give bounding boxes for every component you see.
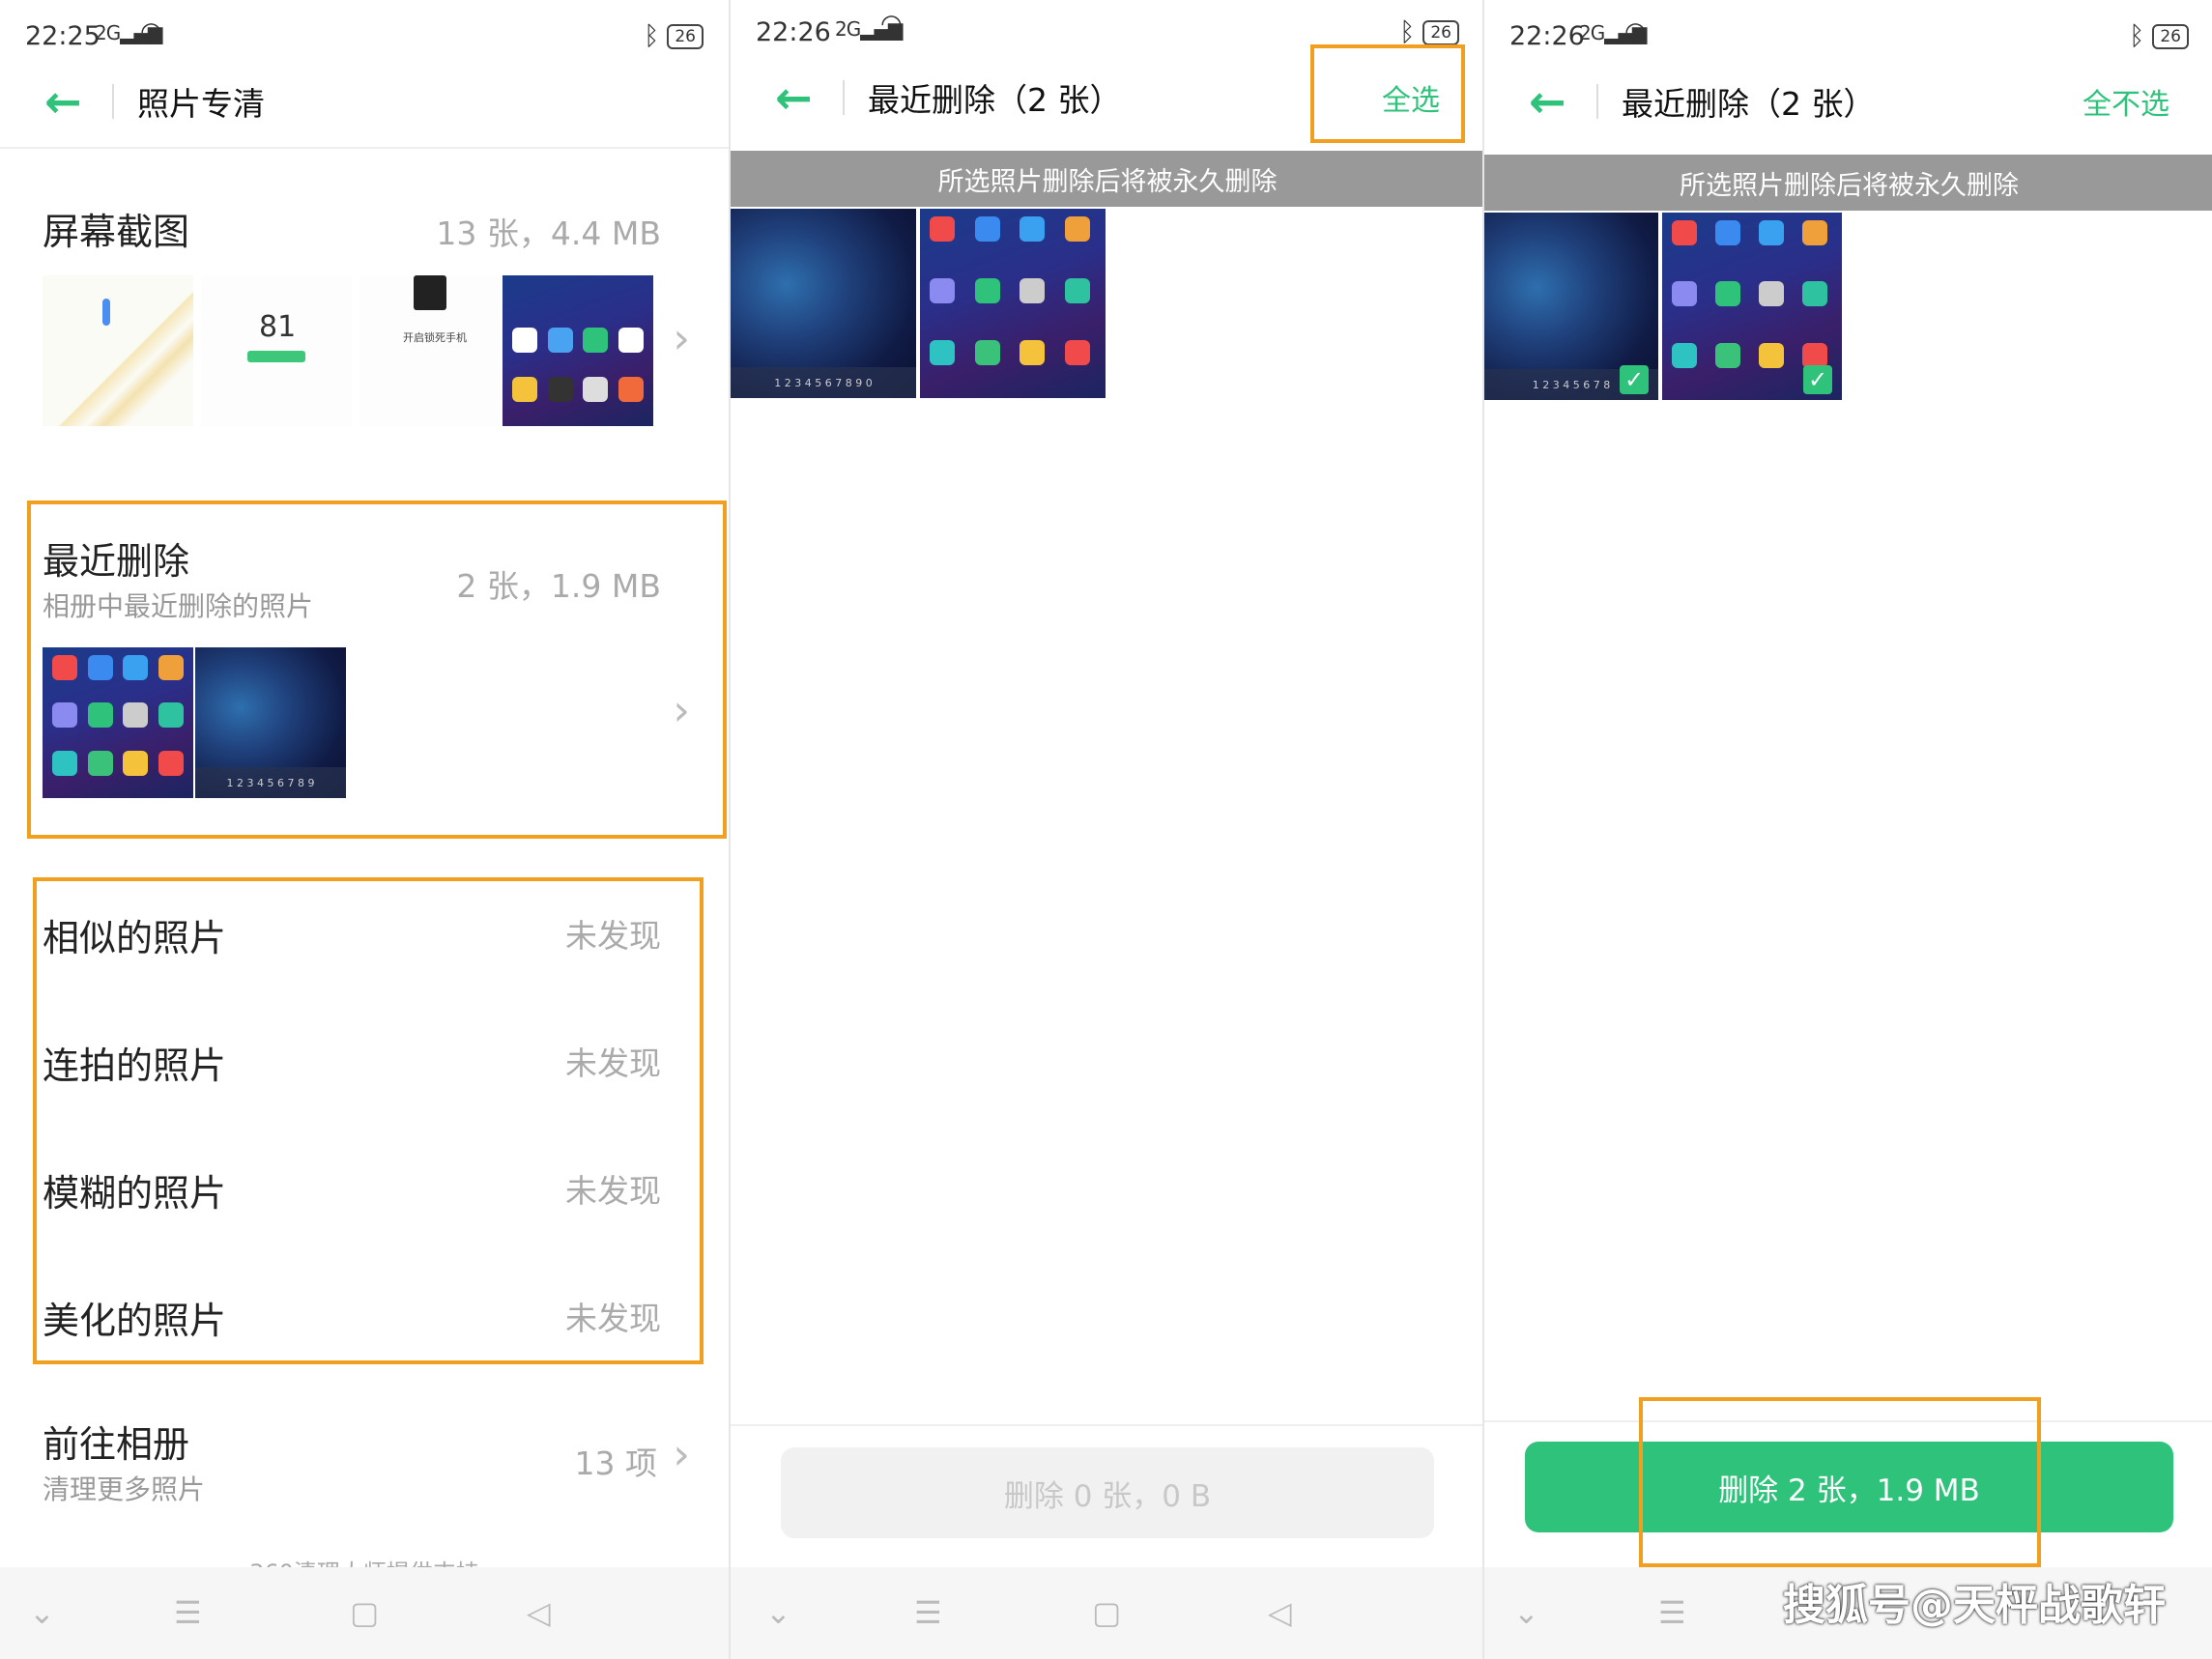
status-time: 22:26 xyxy=(1509,21,1585,51)
arrow-left-icon[interactable]: ← xyxy=(1529,75,1577,128)
signal-label: 2G xyxy=(1579,21,1605,44)
row-value: 13 张，4.4 MB xyxy=(436,215,661,252)
category-row[interactable]: 相似的照片 未发现 xyxy=(43,908,690,966)
status-bar: 22:25 2G▂▄▆ ◠ ᛒ 26 xyxy=(0,17,729,56)
row-subtitle: 清理更多照片 xyxy=(43,1473,206,1505)
category-row[interactable]: 模糊的照片 未发现 xyxy=(43,1163,690,1221)
menu-icon[interactable]: ☰ xyxy=(174,1594,202,1631)
title-divider xyxy=(1596,84,1598,119)
photo-thumbnail[interactable]: ✓ xyxy=(1662,213,1842,400)
thumbnail[interactable]: 1 2 3 4 5 6 7 8 9 xyxy=(195,647,346,798)
row-title: 美化的照片 xyxy=(43,1300,227,1342)
footer-credit: 360清理大师提供支持 xyxy=(0,1554,729,1567)
category-row[interactable]: 美化的照片 未发现 xyxy=(43,1291,690,1349)
photo-thumbnail[interactable] xyxy=(920,209,1106,398)
back-triangle-icon[interactable]: ◁ xyxy=(527,1594,551,1631)
title-bar: ← 最近删除（2 张） 全不选 xyxy=(1484,68,2212,135)
chevron-right-icon: › xyxy=(673,1430,690,1479)
recent-deleted-screen: 22:26 2G▂▄▆ ◠ ᛒ 26 ← 最近删除（2 张） 全选 所选照片删除… xyxy=(729,0,1484,1659)
checkmark-icon[interactable]: ✓ xyxy=(1620,365,1649,394)
screenshots-row[interactable]: 屏幕截图 13 张，4.4 MB 81 开启锁死手机 › xyxy=(43,198,690,449)
battery-icon: 26 xyxy=(1422,19,1459,45)
deselect-all-button[interactable]: 全不选 xyxy=(2083,80,2169,123)
header-divider xyxy=(0,147,729,149)
bluetooth-icon: ᛒ xyxy=(1399,17,1416,47)
home-square-icon[interactable]: ▢ xyxy=(350,1594,379,1631)
battery-icon: 26 xyxy=(2152,23,2189,49)
highlight-box xyxy=(1639,1397,2041,1567)
bluetooth-icon: ᛒ xyxy=(644,21,660,51)
page-title: 照片专清 xyxy=(137,85,265,123)
row-value: 13 项 xyxy=(574,1444,657,1482)
warning-banner: 所选照片删除后将被永久删除 xyxy=(1484,155,2212,211)
photo-cleanup-screen: 22:25 2G▂▄▆ ◠ ᛒ 26 ← 照片专清 屏幕截图 13 张，4.4 … xyxy=(0,0,729,1659)
goto-album-row[interactable]: 前往相册 清理更多照片 13 项 › xyxy=(43,1415,690,1511)
thumbnail[interactable]: 81 xyxy=(201,275,352,426)
status-time: 22:25 xyxy=(25,21,101,51)
row-value: 未发现 xyxy=(565,1044,661,1082)
row-title: 前往相册 xyxy=(43,1423,190,1466)
thumb-number: 81 xyxy=(259,310,297,344)
checkmark-icon[interactable]: ✓ xyxy=(1803,365,1832,394)
signal-label: 2G xyxy=(835,17,861,41)
row-value: 未发现 xyxy=(565,1300,661,1337)
chevron-down-icon[interactable]: ⌄ xyxy=(29,1594,55,1631)
thumbnail[interactable] xyxy=(503,275,653,426)
arrow-left-icon[interactable]: ← xyxy=(44,75,93,128)
back-triangle-icon[interactable]: ◁ xyxy=(1268,1594,1292,1631)
row-title: 连拍的照片 xyxy=(43,1044,227,1087)
page-title: 最近删除（2 张） xyxy=(868,81,1122,119)
page-title: 最近删除（2 张） xyxy=(1622,85,1876,123)
wifi-icon: ◠ xyxy=(1624,17,1647,46)
delete-button[interactable]: 删除 0 张，0 B xyxy=(781,1447,1434,1538)
row-value: 未发现 xyxy=(565,917,661,955)
thumbnail[interactable] xyxy=(43,647,193,798)
highlight-box xyxy=(1310,44,1465,143)
row-title: 屏幕截图 xyxy=(43,211,190,253)
row-value: 2 张，1.9 MB xyxy=(456,567,661,605)
system-nav-bar: ⌄ ☰ ▢ ◁ xyxy=(0,1567,729,1659)
thumbnail[interactable] xyxy=(43,275,193,426)
row-subtitle: 相册中最近删除的照片 xyxy=(43,590,314,622)
row-title: 相似的照片 xyxy=(43,917,227,959)
keyboard-row: 1 2 3 4 5 6 7 8 9 xyxy=(195,767,346,798)
row-value: 未发现 xyxy=(565,1172,661,1210)
chevron-right-icon: › xyxy=(673,314,690,363)
wifi-icon: ◠ xyxy=(140,17,162,46)
bluetooth-icon: ᛒ xyxy=(2129,21,2145,51)
photo-thumbnail[interactable]: 1 2 3 4 5 6 7 8 ✓ xyxy=(1484,213,1658,400)
watermark: 搜狐号@天枰战歌轩 xyxy=(1783,1581,2166,1630)
wifi-icon: ◠ xyxy=(880,10,903,39)
home-square-icon[interactable]: ▢ xyxy=(1092,1594,1121,1631)
status-bar: 22:26 2G▂▄▆ ◠ ᛒ 26 xyxy=(1484,17,2212,56)
chevron-down-icon[interactable]: ⌄ xyxy=(765,1594,791,1631)
thumbnail[interactable]: 开启锁死手机 xyxy=(359,275,510,426)
battery-icon: 26 xyxy=(667,23,704,49)
title-divider xyxy=(843,80,845,115)
chevron-down-icon[interactable]: ⌄ xyxy=(1513,1594,1539,1631)
warning-banner: 所选照片删除后将被永久删除 xyxy=(731,151,1484,207)
keyboard-row: 1 2 3 4 5 6 7 8 9 0 xyxy=(731,367,916,398)
menu-icon[interactable]: ☰ xyxy=(1658,1594,1686,1631)
menu-icon[interactable]: ☰ xyxy=(914,1594,942,1631)
phone-icon xyxy=(414,275,446,310)
bottom-divider xyxy=(731,1424,1484,1426)
status-time: 22:26 xyxy=(756,17,831,47)
arrow-left-icon[interactable]: ← xyxy=(775,72,823,124)
signal-label: 2G xyxy=(95,21,121,44)
recent-deleted-selected-screen: 22:26 2G▂▄▆ ◠ ᛒ 26 ← 最近删除（2 张） 全不选 所选照片删… xyxy=(1482,0,2212,1659)
title-divider xyxy=(112,84,114,119)
thumb-heading: 开启锁死手机 xyxy=(403,331,467,344)
pin-icon xyxy=(102,299,110,326)
photo-thumbnail[interactable]: 1 2 3 4 5 6 7 8 9 0 xyxy=(731,209,916,398)
row-title: 模糊的照片 xyxy=(43,1172,227,1215)
title-bar: ← 照片专清 xyxy=(0,68,729,135)
thumb-bar xyxy=(247,351,305,362)
row-title: 最近删除 xyxy=(43,540,190,583)
category-row[interactable]: 连拍的照片 未发现 xyxy=(43,1036,690,1094)
chevron-right-icon: › xyxy=(673,686,690,735)
recent-deleted-row[interactable]: 最近删除 相册中最近删除的照片 2 张，1.9 MB 1 2 3 4 5 6 7… xyxy=(43,531,690,821)
system-nav-bar: ⌄ ☰ ▢ ◁ xyxy=(731,1567,1484,1659)
